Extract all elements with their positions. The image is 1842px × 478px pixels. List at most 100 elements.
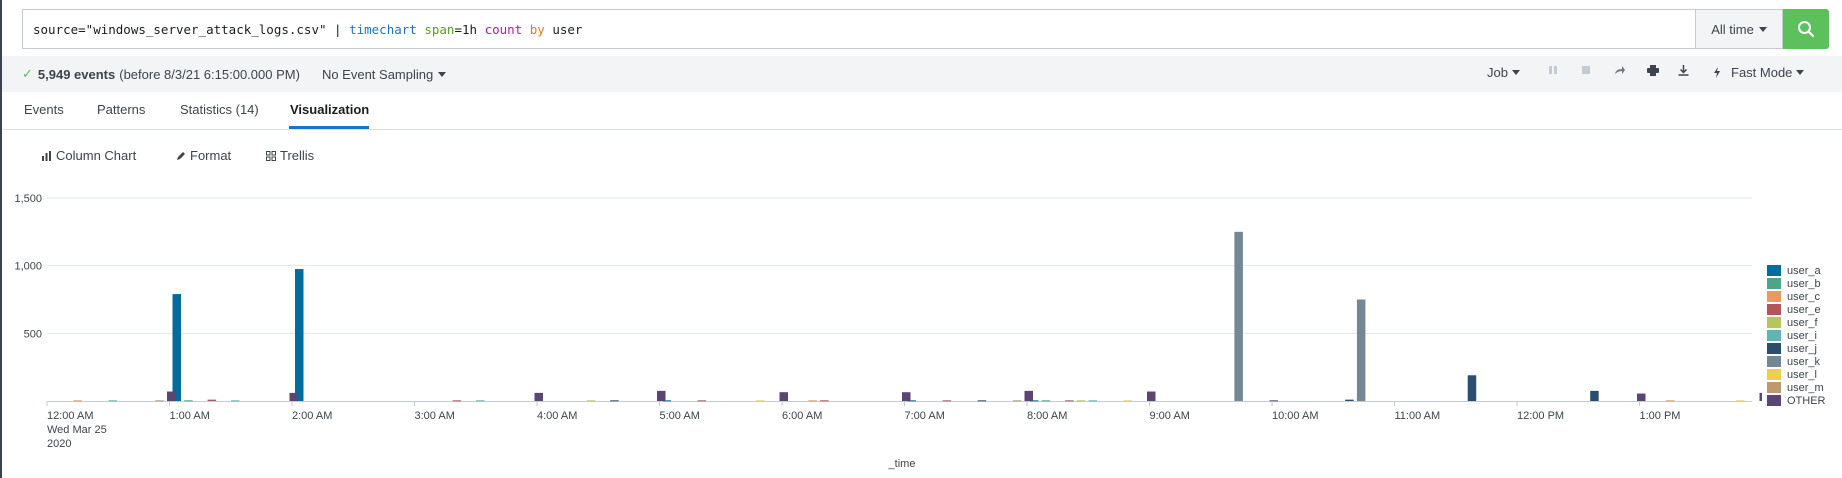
- chevron-down-icon: [1796, 70, 1805, 75]
- y-tick-label: 1,500: [14, 193, 42, 205]
- x-tick-label: 1:00 PM: [1640, 410, 1681, 422]
- legend-item[interactable]: user_f: [1767, 316, 1842, 329]
- legend-item[interactable]: user_m: [1767, 381, 1842, 394]
- legend-label: user_f: [1787, 316, 1818, 329]
- bar-user-m: [155, 400, 164, 402]
- chart-type-label: Column Chart: [56, 148, 137, 163]
- splunk-search-app: source="windows_server_attack_logs.csv" …: [0, 0, 1842, 478]
- x-tick-label: 7:00 AM: [905, 410, 945, 422]
- bar-user-e: [452, 400, 462, 402]
- bar-chart-icon: [42, 150, 51, 161]
- legend-item[interactable]: OTHER: [1767, 394, 1842, 407]
- pencil-icon: [177, 151, 185, 160]
- print-icon: [1647, 65, 1659, 76]
- legend-item[interactable]: user_l: [1767, 368, 1842, 381]
- legend-item[interactable]: user_k: [1767, 355, 1842, 368]
- trellis-button[interactable]: Trellis: [266, 148, 314, 163]
- chart-plot-area: 500 1,000 1,500 12:00 AM 1:00 AM 2:00 AM 3:00 …: [14, 193, 1762, 470]
- tab-events[interactable]: Events: [24, 102, 64, 117]
- legend-item[interactable]: user_c: [1767, 290, 1842, 303]
- share-button[interactable]: [1614, 65, 1626, 75]
- stop-button[interactable]: [1581, 65, 1591, 75]
- job-menu-label: Job: [1487, 65, 1508, 80]
- bar-other: [1269, 400, 1278, 402]
- events-time-bound: (before 8/3/21 6:15:00.000 PM): [119, 66, 300, 82]
- x-tick-sublabel: 2020: [47, 438, 71, 450]
- check-icon: ✓: [22, 66, 33, 81]
- legend-item[interactable]: user_b: [1767, 277, 1842, 290]
- format-button[interactable]: Format: [176, 148, 231, 163]
- bar-user-b: [184, 400, 193, 402]
- search-icon: [1798, 21, 1815, 38]
- legend-item[interactable]: user_e: [1767, 303, 1842, 316]
- bar-user-i: [108, 400, 117, 402]
- bar-other: [1637, 393, 1646, 401]
- event-sampling-label: No Event Sampling: [321, 66, 434, 82]
- legend-swatch: [1767, 343, 1781, 354]
- x-tick-label: 5:00 AM: [660, 410, 700, 422]
- search-input[interactable]: source="windows_server_attack_logs.csv" …: [22, 9, 1695, 49]
- search-bar: source="windows_server_attack_logs.csv" …: [22, 9, 1842, 49]
- bar-user-e: [942, 400, 952, 402]
- bar-user-l: [1736, 400, 1745, 402]
- tab-visualization[interactable]: Visualization: [290, 102, 369, 117]
- search-mode-dropdown[interactable]: Fast Mode: [1713, 65, 1805, 80]
- legend-swatch: [1767, 330, 1781, 341]
- legend-swatch: [1767, 382, 1781, 393]
- query-token: [417, 22, 425, 37]
- query-token: user: [544, 21, 583, 37]
- bar-other: [534, 392, 543, 401]
- bar-user-e: [1065, 400, 1074, 402]
- legend-label: user_c: [1787, 290, 1821, 303]
- chart-type-button[interactable]: Column Chart: [42, 148, 136, 163]
- query-token: span: [424, 21, 455, 37]
- query-token: by: [529, 21, 545, 37]
- job-menu[interactable]: Job: [1487, 65, 1520, 80]
- x-tick-label: 1:00 AM: [170, 410, 210, 422]
- tab-patterns[interactable]: Patterns: [97, 102, 145, 117]
- job-status-bar: ✓ 5,949 events (before 8/3/21 6:15:00.00…: [2, 56, 1842, 92]
- legend-label: user_j: [1787, 342, 1817, 355]
- print-button[interactable]: [1647, 65, 1659, 76]
- format-label: Format: [190, 148, 232, 163]
- export-button[interactable]: [1678, 65, 1689, 76]
- bar-user-e: [207, 399, 217, 401]
- x-tick-label: 9:00 AM: [1150, 410, 1190, 422]
- bar-user-l: [756, 400, 765, 402]
- pause-button[interactable]: [1548, 65, 1558, 75]
- search-mode-label: Fast Mode: [1731, 65, 1793, 80]
- bar-other: [1024, 390, 1033, 401]
- bar-user-f: [1076, 400, 1086, 402]
- search-button[interactable]: [1783, 9, 1829, 49]
- bar-other: [167, 391, 176, 401]
- pause-icon: [1549, 66, 1557, 74]
- bar-other: [289, 392, 298, 401]
- event-sampling-dropdown[interactable]: No Event Sampling: [321, 66, 447, 82]
- share-icon: [1615, 66, 1625, 74]
- bar-user-c: [1665, 400, 1675, 402]
- x-tick-label: 12:00 PM: [1517, 410, 1564, 422]
- chevron-down-icon: [1511, 70, 1520, 75]
- bar-user-l: [1123, 400, 1133, 402]
- time-range-label: All time: [1711, 21, 1754, 37]
- query-token: =1h: [454, 21, 485, 37]
- legend-label: user_e: [1787, 303, 1821, 316]
- lightning-icon: [1714, 67, 1720, 78]
- legend-item[interactable]: user_j: [1767, 342, 1842, 355]
- time-range-picker[interactable]: All time: [1695, 9, 1783, 49]
- query-token: source="windows_server_attack_logs.csv" …: [33, 21, 350, 37]
- chevron-down-icon: [1758, 26, 1767, 32]
- legend-item[interactable]: user_i: [1767, 329, 1842, 342]
- bar-user-c: [73, 400, 82, 402]
- stop-icon: [1582, 66, 1590, 74]
- active-tab-indicator: [289, 126, 369, 129]
- query-token: [522, 22, 530, 37]
- bar-user-a: [172, 294, 181, 401]
- x-tick-label: 12:00 AM: [47, 410, 93, 422]
- grid-icon: [266, 150, 276, 161]
- tab-statistics[interactable]: Statistics (14): [180, 102, 259, 117]
- x-axis-title: _time: [888, 458, 916, 470]
- legend-item[interactable]: user_a: [1767, 264, 1842, 277]
- legend-label: user_l: [1787, 368, 1817, 381]
- trellis-label: Trellis: [280, 148, 315, 163]
